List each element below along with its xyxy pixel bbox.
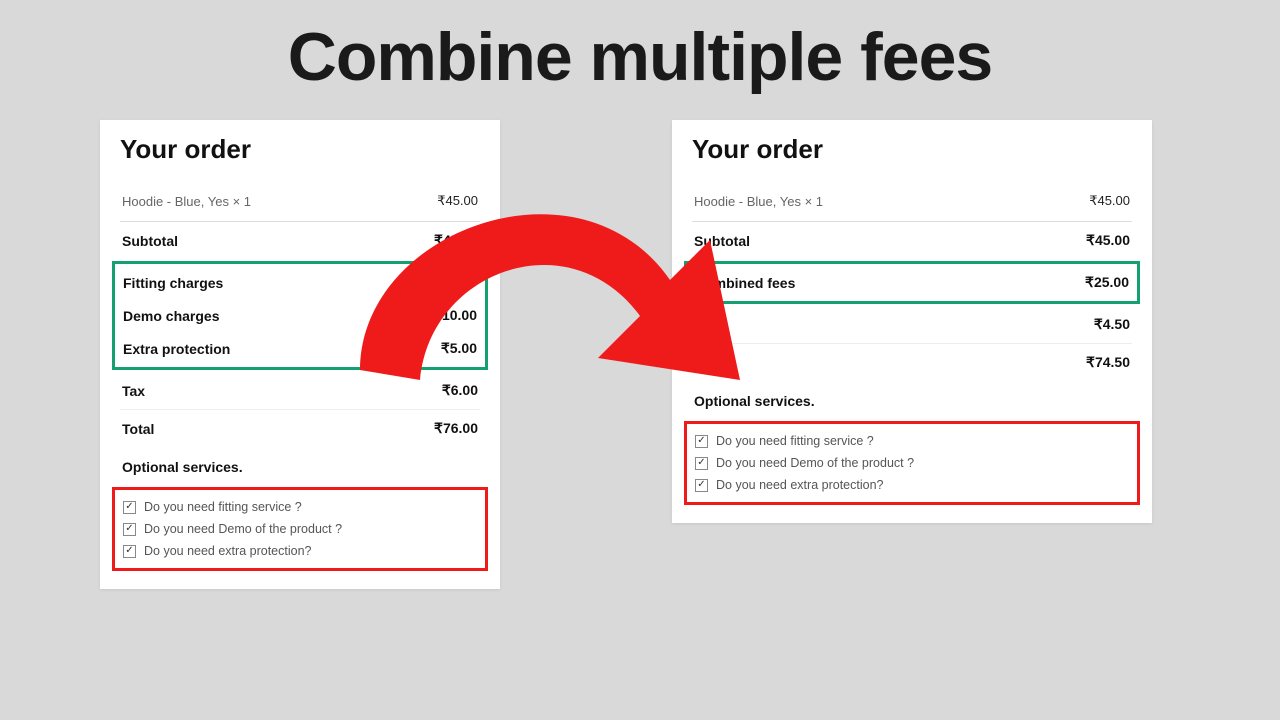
- total-label: Total: [694, 355, 726, 371]
- subtotal-row: Subtotal ₹45.00: [692, 222, 1132, 259]
- checkbox-icon[interactable]: ✓: [695, 435, 708, 448]
- optional-services-title: Optional services.: [692, 381, 1132, 417]
- tax-label: Tax: [694, 317, 717, 333]
- option-row: ✓ Do you need fitting service ?: [123, 496, 477, 518]
- subtotal-label: Subtotal: [122, 233, 178, 249]
- fee-label: Demo charges: [123, 308, 219, 324]
- fee-label: Fitting charges: [123, 275, 223, 291]
- total-row: Total ₹76.00: [120, 409, 480, 447]
- fee-label: Extra protection: [123, 341, 230, 357]
- options-highlight-box: ✓ Do you need fitting service ? ✓ Do you…: [112, 487, 488, 571]
- option-label: Do you need fitting service ?: [716, 434, 874, 448]
- total-value: ₹74.50: [1086, 354, 1130, 371]
- line-item: Hoodie - Blue, Yes × 1 ₹45.00: [120, 183, 480, 219]
- order-card-after: Your order Hoodie - Blue, Yes × 1 ₹45.00…: [672, 120, 1152, 523]
- line-item-value: ₹45.00: [437, 193, 478, 209]
- line-item-label: Hoodie - Blue, Yes × 1: [122, 194, 251, 209]
- order-title: Your order: [692, 134, 1132, 165]
- fee-value: ₹10.00: [433, 307, 477, 324]
- combined-fee-value: ₹25.00: [1085, 274, 1129, 291]
- option-label: Do you need Demo of the product ?: [144, 522, 342, 536]
- line-item: Hoodie - Blue, Yes × 1 ₹45.00: [692, 183, 1132, 219]
- option-label: Do you need extra protection?: [144, 544, 311, 558]
- option-label: Do you need Demo of the product ?: [716, 456, 914, 470]
- fee-value: ₹5.00: [441, 340, 477, 357]
- tax-value: ₹4.50: [1094, 316, 1130, 333]
- checkbox-icon[interactable]: ✓: [123, 501, 136, 514]
- subtotal-value: ₹45.00: [1086, 232, 1130, 249]
- option-label: Do you need fitting service ?: [144, 500, 302, 514]
- combined-fee-label: Combined fees: [695, 275, 795, 291]
- total-value: ₹76.00: [434, 420, 478, 437]
- subtotal-label: Subtotal: [694, 233, 750, 249]
- checkbox-icon[interactable]: ✓: [695, 479, 708, 492]
- combined-fee-highlight-box: Combined fees ₹25.00: [684, 261, 1140, 304]
- options-highlight-box: ✓ Do you need fitting service ? ✓ Do you…: [684, 421, 1140, 505]
- total-row: Total ₹74.50: [692, 343, 1132, 381]
- fee-row: Fitting charges ₹10.00: [121, 266, 479, 299]
- comparison-panels: Your order Hoodie - Blue, Yes × 1 ₹45.00…: [0, 120, 1280, 700]
- option-row: ✓ Do you need extra protection?: [695, 474, 1129, 496]
- order-title: Your order: [120, 134, 480, 165]
- fees-highlight-box: Fitting charges ₹10.00 Demo charges ₹10.…: [112, 261, 488, 370]
- tax-row: Tax ₹4.50: [692, 306, 1132, 343]
- tax-row: Tax ₹6.00: [120, 372, 480, 409]
- page-headline: Combine multiple fees: [0, 0, 1280, 96]
- checkbox-icon[interactable]: ✓: [123, 545, 136, 558]
- fee-row: Demo charges ₹10.00: [121, 299, 479, 332]
- checkbox-icon[interactable]: ✓: [695, 457, 708, 470]
- optional-services-title: Optional services.: [120, 447, 480, 483]
- tax-value: ₹6.00: [442, 382, 478, 399]
- option-row: ✓ Do you need fitting service ?: [695, 430, 1129, 452]
- total-label: Total: [122, 421, 154, 437]
- option-row: ✓ Do you need extra protection?: [123, 540, 477, 562]
- line-item-label: Hoodie - Blue, Yes × 1: [694, 194, 823, 209]
- fee-row: Extra protection ₹5.00: [121, 332, 479, 365]
- line-item-value: ₹45.00: [1089, 193, 1130, 209]
- order-card-before: Your order Hoodie - Blue, Yes × 1 ₹45.00…: [100, 120, 500, 589]
- option-row: ✓ Do you need Demo of the product ?: [123, 518, 477, 540]
- fee-value: ₹10.00: [433, 274, 477, 291]
- option-row: ✓ Do you need Demo of the product ?: [695, 452, 1129, 474]
- subtotal-row: Subtotal ₹45.00: [120, 222, 480, 259]
- combined-fee-row: Combined fees ₹25.00: [693, 266, 1131, 299]
- checkbox-icon[interactable]: ✓: [123, 523, 136, 536]
- subtotal-value: ₹45.00: [434, 232, 478, 249]
- tax-label: Tax: [122, 383, 145, 399]
- option-label: Do you need extra protection?: [716, 478, 883, 492]
